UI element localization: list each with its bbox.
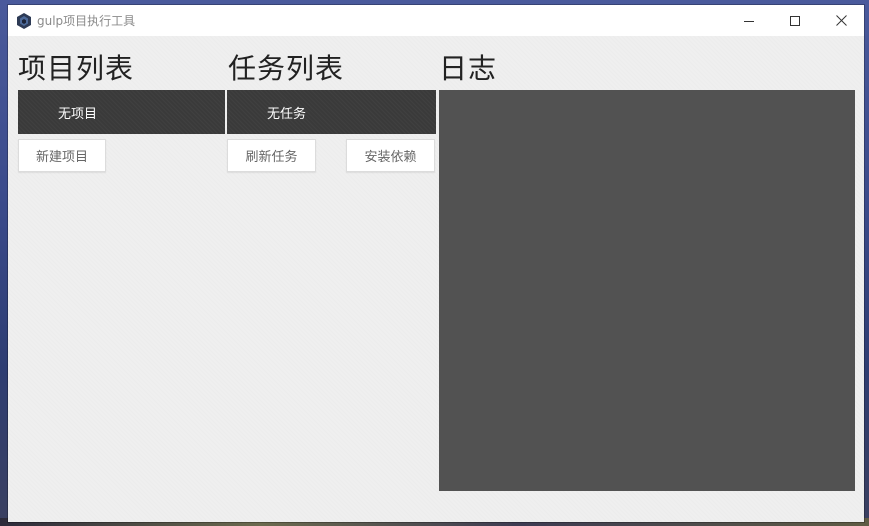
tasks-heading: 任务列表 bbox=[228, 52, 345, 85]
new-project-button[interactable]: 新建项目 bbox=[18, 139, 106, 172]
log-heading: 日志 bbox=[439, 52, 498, 85]
app-logo-icon bbox=[17, 12, 31, 29]
window-title: gulp项目执行工具 bbox=[37, 14, 136, 28]
refresh-tasks-button[interactable]: 刷新任务 bbox=[227, 139, 316, 172]
window-controls bbox=[726, 5, 864, 36]
log-output-panel[interactable] bbox=[439, 90, 855, 491]
minimize-button[interactable] bbox=[726, 5, 772, 36]
close-button[interactable] bbox=[818, 5, 864, 36]
task-list[interactable]: 无任务 bbox=[227, 90, 436, 134]
task-list-empty-text: 无任务 bbox=[267, 106, 307, 122]
projects-heading: 项目列表 bbox=[18, 52, 135, 85]
project-list[interactable]: 无项目 bbox=[18, 90, 225, 134]
minimize-icon bbox=[744, 11, 754, 30]
maximize-icon bbox=[790, 11, 800, 30]
close-icon bbox=[835, 11, 847, 30]
maximize-button[interactable] bbox=[772, 5, 818, 36]
app-window: gulp项目执行工具 项目列表 无项目 新建项目 任务列表 无任务 刷新任务 安… bbox=[8, 5, 864, 522]
install-dependencies-button[interactable]: 安装依赖 bbox=[346, 139, 435, 172]
title-bar[interactable]: gulp项目执行工具 bbox=[8, 5, 864, 36]
project-list-empty-text: 无项目 bbox=[58, 106, 98, 122]
